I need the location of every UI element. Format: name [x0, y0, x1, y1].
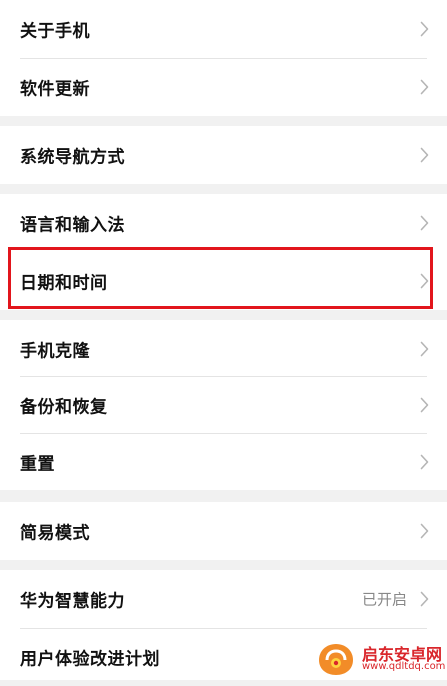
watermark-url: www.qdltdq.com — [362, 661, 446, 672]
settings-item-backup-restore[interactable]: 备份和恢复 — [0, 376, 447, 434]
settings-group-language-time: 语言和输入法 日期和时间 — [0, 194, 447, 310]
settings-item-date-time[interactable]: 日期和时间 — [0, 252, 447, 310]
chevron-right-icon — [420, 397, 429, 413]
chevron-right-icon — [420, 454, 429, 470]
settings-item-label: 备份和恢复 — [20, 397, 108, 418]
settings-item-label: 语言和输入法 — [20, 215, 125, 236]
settings-item-huawei-intelligence[interactable]: 华为智慧能力 已开启 — [0, 570, 447, 628]
settings-item-label: 简易模式 — [20, 523, 90, 544]
watermark: 启东安卓网 www.qdltdq.com — [312, 637, 447, 680]
settings-group-simple-mode: 简易模式 — [0, 502, 447, 560]
settings-item-system-navigation[interactable]: 系统导航方式 — [0, 126, 447, 184]
settings-item-label: 系统导航方式 — [20, 147, 125, 168]
settings-item-label: 华为智慧能力 — [20, 591, 125, 612]
settings-item-about-phone[interactable]: 关于手机 — [0, 0, 447, 58]
settings-item-label: 用户体验改进计划 — [20, 649, 160, 670]
settings-group-navigation: 系统导航方式 — [0, 126, 447, 184]
settings-item-reset[interactable]: 重置 — [0, 433, 447, 491]
settings-item-label: 日期和时间 — [20, 273, 108, 294]
settings-item-label: 手机克隆 — [20, 341, 90, 362]
settings-item-phone-clone[interactable]: 手机克隆 — [0, 320, 447, 378]
chevron-right-icon — [420, 591, 429, 607]
settings-item-label: 软件更新 — [20, 79, 90, 100]
chevron-right-icon — [420, 273, 429, 289]
settings-item-simple-mode[interactable]: 简易模式 — [0, 502, 447, 560]
settings-group-backup: 手机克隆 备份和恢复 重置 — [0, 320, 447, 490]
settings-item-label: 关于手机 — [20, 21, 90, 42]
chevron-right-icon — [420, 21, 429, 37]
chevron-right-icon — [420, 523, 429, 539]
settings-group-device: 关于手机 软件更新 — [0, 0, 447, 116]
chevron-right-icon — [420, 341, 429, 357]
chevron-right-icon — [420, 215, 429, 231]
chevron-right-icon — [420, 147, 429, 163]
status-text: 已开启 — [361, 590, 407, 609]
settings-item-label: 重置 — [20, 454, 55, 475]
settings-item-software-update[interactable]: 软件更新 — [0, 58, 447, 116]
chevron-right-icon — [420, 79, 429, 95]
settings-item-language-input[interactable]: 语言和输入法 — [0, 194, 447, 252]
watermark-logo-icon — [319, 644, 353, 675]
